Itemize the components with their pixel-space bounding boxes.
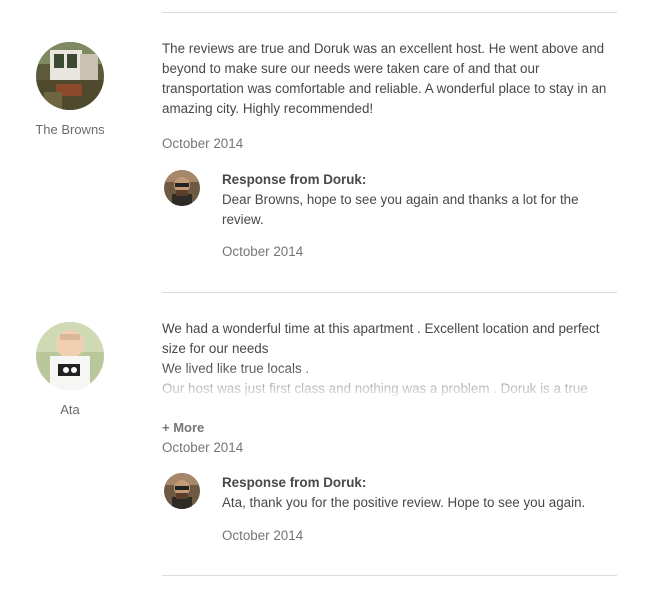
host-response: Response from Doruk: Ata, thank you for … — [164, 473, 624, 549]
more-link[interactable]: + More — [162, 420, 204, 435]
response-body: Response from Doruk: Ata, thank you for … — [222, 473, 622, 513]
response-text: Dear Browns, hope to see you again and t… — [222, 192, 579, 227]
review-text: We had a wonderful time at this apartmen… — [162, 319, 622, 399]
divider — [162, 292, 617, 293]
response-title: Response from Doruk: — [222, 172, 367, 187]
response-text: Ata, thank you for the positive review. … — [222, 495, 586, 510]
reviewer[interactable]: Ata — [20, 322, 120, 417]
avatar[interactable] — [164, 170, 200, 206]
review-line: Our host was just first class and nothin… — [162, 381, 588, 396]
reviewer-name[interactable]: The Browns — [20, 122, 120, 137]
response-date: October 2014 — [222, 528, 304, 543]
review-date: October 2014 — [162, 136, 244, 151]
avatar[interactable] — [36, 322, 104, 390]
review-line: We lived like true locals . — [162, 361, 310, 376]
review-body-truncated: We had a wonderful time at this apartmen… — [162, 319, 622, 399]
reviewer-name[interactable]: Ata — [20, 402, 120, 417]
review-date: October 2014 — [162, 440, 244, 455]
host-photo-avatar-icon — [164, 473, 200, 509]
avatar[interactable] — [36, 42, 104, 110]
review-line: We had a wonderful time at this apartmen… — [162, 321, 600, 356]
review-body: The reviews are true and Doruk was an ex… — [162, 41, 607, 116]
reviews-list: The Browns The reviews are true and Doru… — [0, 0, 653, 591]
divider — [162, 575, 617, 576]
host-photo-avatar-icon — [164, 170, 200, 206]
baby-photo-avatar-icon — [36, 322, 104, 390]
host-response: Response from Doruk: Dear Browns, hope t… — [164, 170, 624, 266]
response-title: Response from Doruk: — [222, 475, 367, 490]
response-date: October 2014 — [222, 244, 304, 259]
house-photo-avatar-icon — [36, 42, 104, 110]
response-body: Response from Doruk: Dear Browns, hope t… — [222, 170, 622, 230]
divider — [162, 12, 617, 13]
review-text: The reviews are true and Doruk was an ex… — [162, 39, 622, 119]
reviewer[interactable]: The Browns — [20, 42, 120, 137]
avatar[interactable] — [164, 473, 200, 509]
